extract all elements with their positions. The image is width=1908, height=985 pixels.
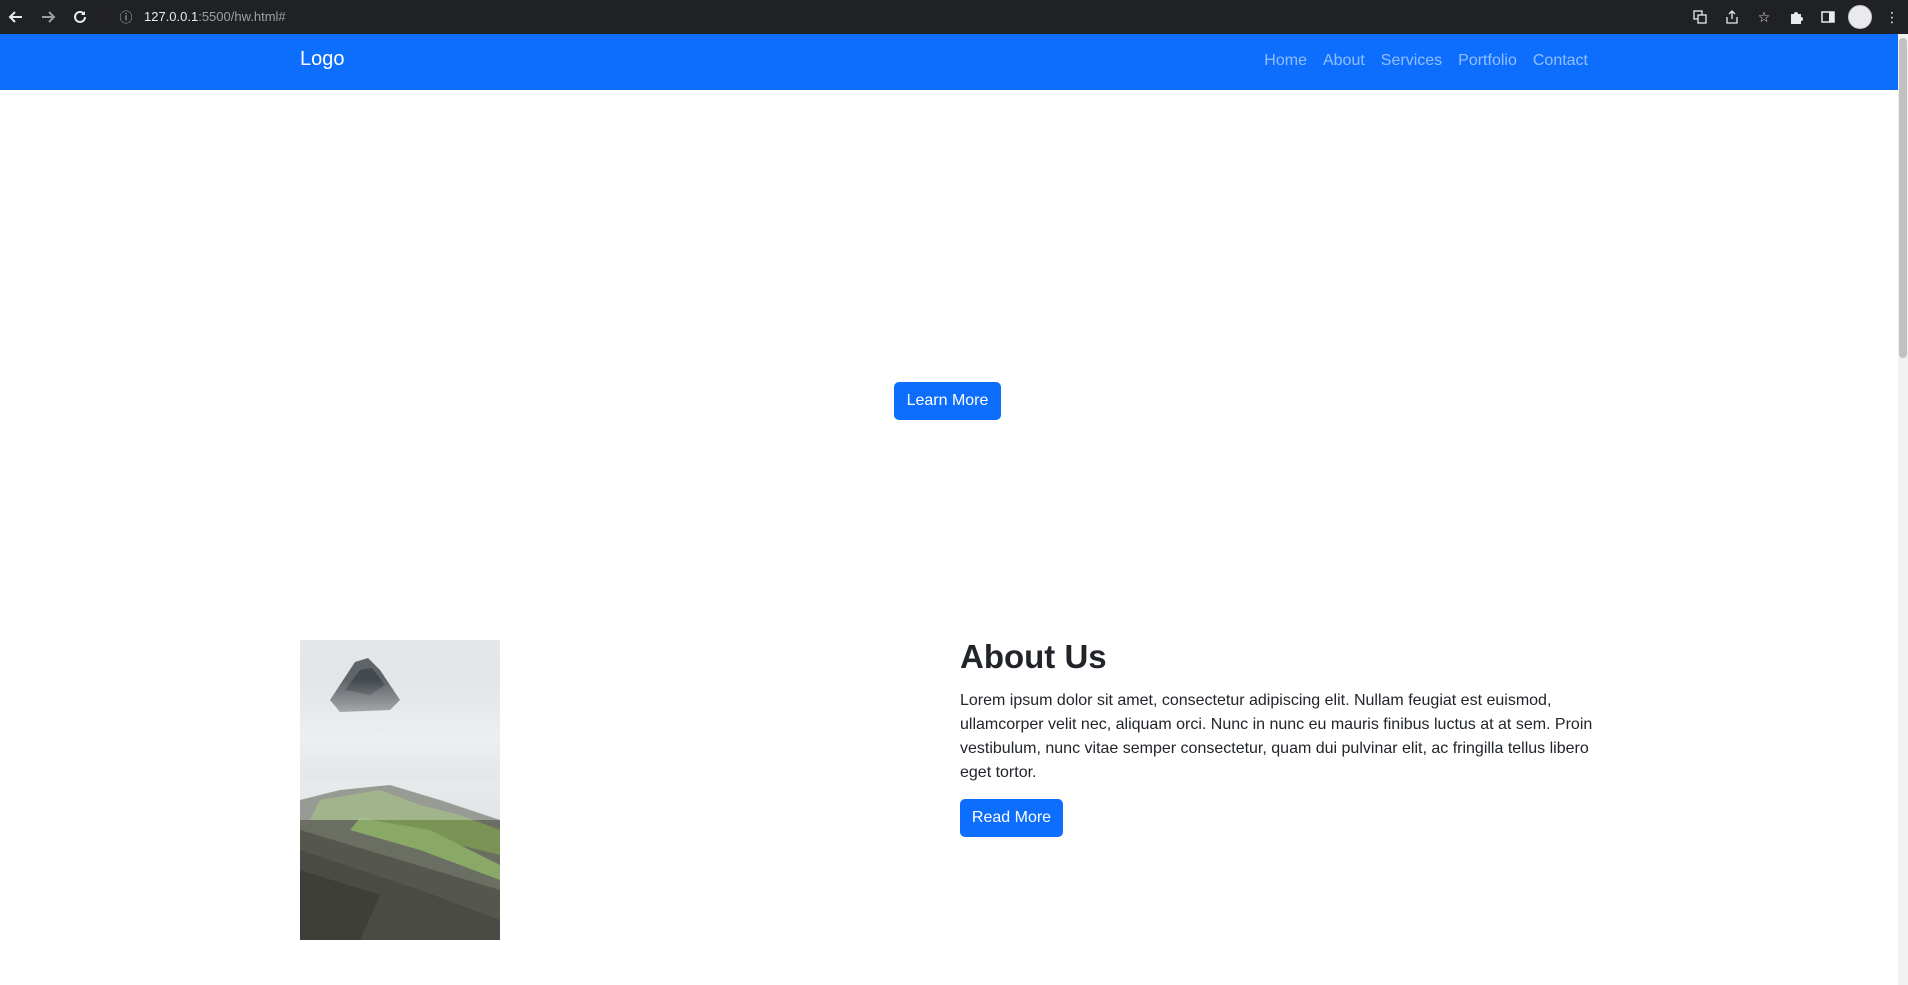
nav-link-services[interactable]: Services [1381, 52, 1442, 70]
profile-avatar[interactable] [1844, 0, 1876, 34]
url-host: 127.0.0.1 [144, 9, 199, 24]
url-text: 127.0.0.1:5500/hw.html# [144, 9, 286, 24]
reload-icon[interactable] [64, 0, 96, 34]
back-arrow-icon[interactable] [0, 0, 32, 34]
bookmark-star-icon[interactable]: ☆ [1748, 0, 1780, 34]
share-icon[interactable] [1716, 0, 1748, 34]
site-info-icon[interactable]: ⓘ [114, 7, 138, 26]
avatar [1848, 5, 1872, 29]
brand-logo[interactable]: Logo [300, 48, 345, 71]
address-bar[interactable]: ⓘ 127.0.0.1:5500/hw.html# [106, 3, 1776, 30]
site-navbar: Logo Home About Services Portfolio Conta… [0, 34, 1898, 90]
about-paragraph: Lorem ipsum dolor sit amet, consectetur … [960, 692, 1593, 781]
nav-links: Home About Services Portfolio Contact [1248, 52, 1588, 70]
about-image-mountain [300, 640, 500, 940]
nav-link-contact[interactable]: Contact [1533, 52, 1588, 70]
learn-more-button[interactable]: Learn More [894, 382, 1001, 420]
translate-icon[interactable] [1684, 0, 1716, 34]
side-panel-icon[interactable] [1812, 0, 1844, 34]
browser-toolbar: ⓘ 127.0.0.1:5500/hw.html# ☆ ⋮ [0, 0, 1908, 34]
scrollbar-thumb[interactable] [1899, 38, 1907, 358]
url-path: :5500/hw.html# [198, 9, 286, 24]
nav-link-home[interactable]: Home [1264, 52, 1307, 70]
read-more-button[interactable]: Read More [960, 799, 1063, 837]
nav-link-about[interactable]: About [1323, 52, 1365, 70]
nav-link-portfolio[interactable]: Portfolio [1458, 52, 1517, 70]
page-scrollbar[interactable] [1898, 34, 1908, 985]
menu-kebab-icon[interactable]: ⋮ [1876, 0, 1908, 34]
extensions-puzzle-icon[interactable] [1780, 0, 1812, 34]
forward-arrow-icon[interactable] [32, 0, 64, 34]
about-heading: About Us [960, 638, 1107, 675]
